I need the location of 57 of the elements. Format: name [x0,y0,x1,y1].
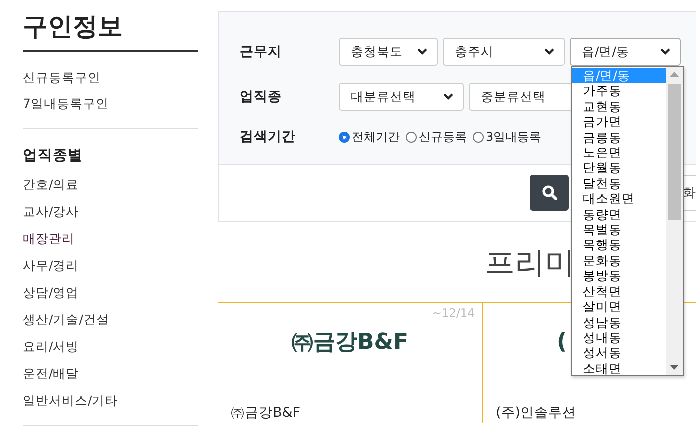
category-link[interactable]: 상담/영업 [23,284,80,301]
sidebar-link[interactable]: 7일내등록구인 [23,95,109,112]
category-link[interactable]: 매장관리 [23,230,75,247]
field-label: 근무지 [240,43,283,61]
select-field[interactable]: 읍/면/동 [570,38,681,66]
select-field[interactable]: 대분류선택 [339,83,464,111]
dropdown-option[interactable]: 봉방동 [572,268,666,284]
company-logo: ㈜금강B&F [292,329,408,357]
dropdown-option[interactable]: 살미면 [572,299,666,314]
company-name: ㈜금강B&F [231,404,301,422]
dropdown-option[interactable]: 산척면 [572,284,666,300]
radio-option[interactable]: 전체기간 [339,128,400,146]
dropdown-option[interactable]: 대소원면 [572,191,666,207]
dropdown-option[interactable]: 목벌동 [572,222,666,238]
search-button[interactable] [530,175,569,211]
category-link[interactable]: 사무/경리 [23,257,80,274]
category-link[interactable]: 일반서비스/기타 [23,392,118,409]
scrollbar-thumb[interactable] [668,84,681,220]
dropdown-option[interactable]: 금가면 [572,114,666,130]
job-card[interactable]: ~12/14 ㈜금강B&F ㈜금강B&F [218,303,483,423]
chevron-down-icon [417,48,428,56]
field-label: 업직종 [240,88,283,106]
category-link[interactable]: 요리/서빙 [23,338,80,355]
dropdown-option[interactable]: 달천동 [572,176,666,192]
select-field[interactable]: 충주시 [443,38,565,66]
company-logo: ( [557,329,568,357]
select-field[interactable]: 충청북도 [339,38,438,66]
dropdown-option[interactable]: 금릉동 [572,130,666,146]
card-date: ~12/14 [432,306,475,320]
chevron-down-icon [443,93,454,101]
dropdown-option[interactable]: 성내동 [572,330,666,346]
radio-option[interactable]: 3일내등록 [473,128,542,146]
dropdown-option[interactable]: 노은면 [572,145,666,160]
scroll-up-icon[interactable] [670,72,679,77]
scroll-down-icon[interactable] [670,365,679,370]
dropdown-option[interactable]: 성서동 [572,345,666,361]
chevron-down-icon [660,48,671,56]
category-link[interactable]: 간호/의료 [23,176,80,193]
section-heading: 프리미 [485,245,575,283]
dropdown-option[interactable]: 성남동 [572,314,666,330]
sidebar-link[interactable]: 신규등록구인 [23,69,101,86]
search-icon [542,185,558,201]
category-link[interactable]: 생산/기술/건설 [23,311,110,328]
dropdown-option[interactable]: 문화동 [572,252,666,268]
category-link[interactable]: 운전/배달 [23,365,80,382]
scrollbar[interactable] [666,67,683,375]
dropdown-option[interactable]: 동량면 [572,206,666,222]
category-link[interactable]: 교사/강사 [23,203,80,220]
chevron-down-icon [544,48,555,56]
company-name: (주)인솔루션 [496,404,577,422]
dropdown-option[interactable]: 단월동 [572,160,666,176]
section-title: 업직종별 [23,147,83,166]
dropdown-option[interactable]: 목행동 [572,237,666,253]
dropdown-option[interactable]: 소태면 [572,360,666,376]
radio-option[interactable]: 신규등록 [406,128,467,146]
field-label: 검색기간 [240,128,297,146]
sidebar-title: 구인정보 [23,12,198,52]
